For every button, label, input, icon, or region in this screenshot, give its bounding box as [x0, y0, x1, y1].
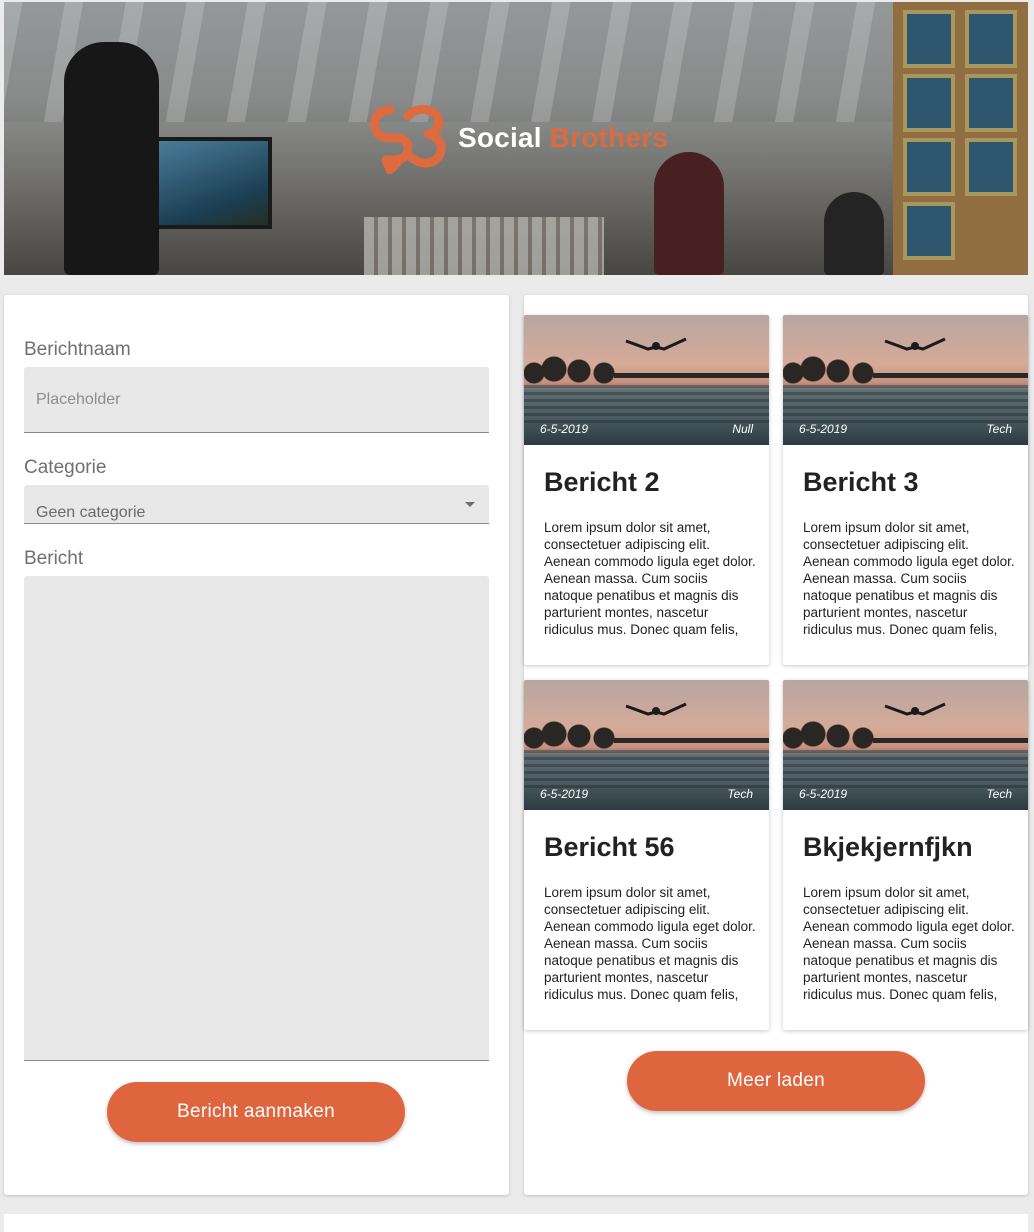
post-card[interactable]: 6-5-2019 Tech Bericht 3 Lorem ipsum dolo… — [783, 315, 1028, 665]
post-category: Null — [732, 422, 753, 436]
hero-banner: Social Brothers — [4, 2, 1028, 275]
dropdown-arrow-icon — [465, 502, 475, 507]
category-label: Categorie — [24, 457, 107, 478]
social-brothers-logo-icon — [370, 105, 446, 174]
post-image: 6-5-2019 Tech — [783, 315, 1028, 445]
post-title: Bericht 3 — [803, 467, 919, 497]
brand-name: Social Brothers — [458, 122, 668, 154]
post-category: Tech — [986, 787, 1012, 801]
post-card[interactable]: 6-5-2019 Tech Bkjekjernfjkn Lorem ipsum … — [783, 680, 1028, 1030]
brand-logo: Social Brothers — [368, 102, 668, 174]
post-body: Lorem ipsum dolor sit amet, consectetuer… — [803, 885, 1015, 1002]
post-category: Tech — [986, 422, 1012, 436]
post-image: 6-5-2019 Tech — [524, 680, 769, 810]
create-post-button[interactable]: Bericht aanmaken — [107, 1082, 405, 1142]
brand-name-brothers: Brothers — [549, 122, 668, 153]
post-name-input[interactable] — [24, 367, 489, 433]
message-label: Bericht — [24, 548, 84, 569]
post-title: Bericht 2 — [544, 467, 660, 497]
posts-panel: 6-5-2019 Null Bericht 2 Lorem ipsum dolo… — [524, 295, 1028, 1195]
post-card[interactable]: 6-5-2019 Tech Bericht 56 Lorem ipsum dol… — [524, 680, 769, 1030]
category-selected-value: Geen categorie — [36, 504, 146, 521]
post-title: Bericht 56 — [544, 832, 675, 862]
post-image: 6-5-2019 Null — [524, 315, 769, 445]
post-body: Lorem ipsum dolor sit amet, consectetuer… — [544, 520, 756, 637]
post-body: Lorem ipsum dolor sit amet, consectetuer… — [544, 885, 756, 1002]
post-date: 6-5-2019 — [799, 422, 848, 436]
brand-name-social: Social — [458, 122, 542, 153]
post-body: Lorem ipsum dolor sit amet, consectetuer… — [803, 520, 1015, 637]
post-date: 6-5-2019 — [540, 422, 589, 436]
post-image: 6-5-2019 Tech — [783, 680, 1028, 810]
post-name-label: Berichtnaam — [24, 339, 131, 360]
post-date: 6-5-2019 — [799, 787, 848, 801]
post-category: Tech — [727, 787, 753, 801]
load-more-button[interactable]: Meer laden — [627, 1051, 925, 1111]
post-date: 6-5-2019 — [540, 787, 589, 801]
post-title: Bkjekjernfjkn — [803, 832, 973, 862]
message-textarea[interactable] — [24, 576, 489, 1061]
category-select[interactable]: Geen categorie — [24, 485, 489, 524]
post-card[interactable]: 6-5-2019 Null Bericht 2 Lorem ipsum dolo… — [524, 315, 769, 665]
create-post-form: Berichtnaam Categorie Geen categorie Ber… — [4, 295, 509, 1195]
footer-strip — [4, 1214, 1028, 1232]
